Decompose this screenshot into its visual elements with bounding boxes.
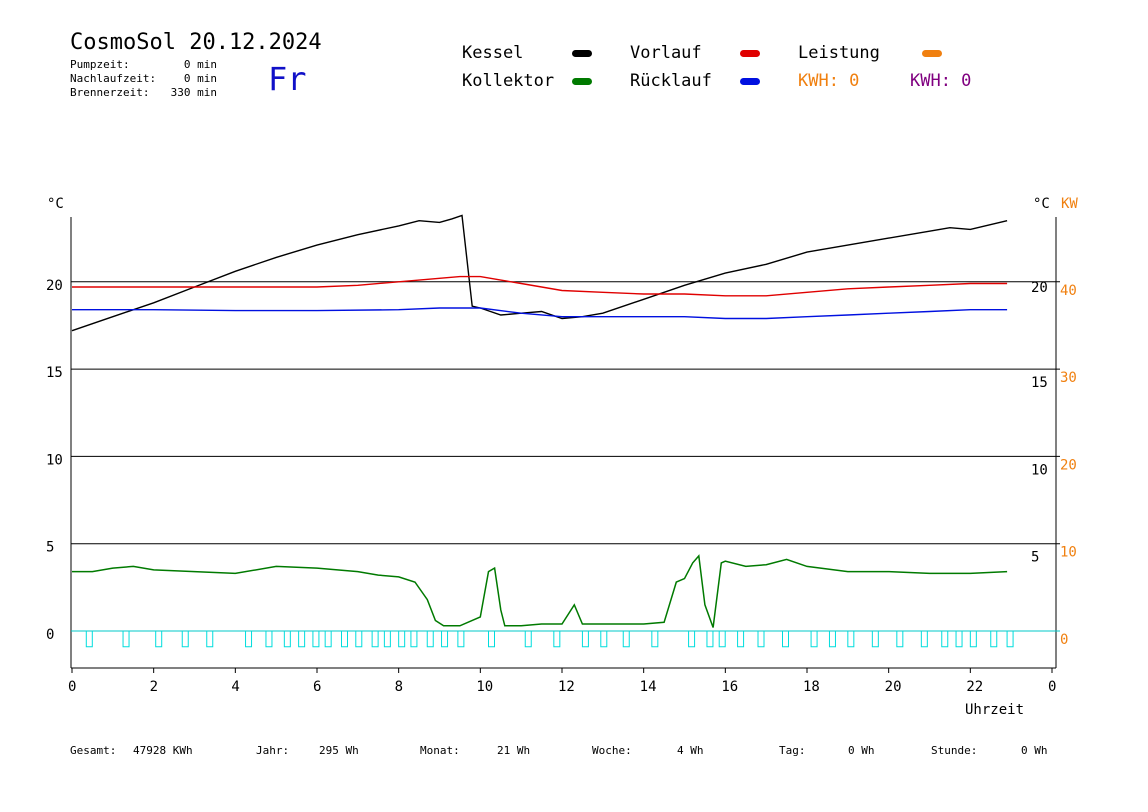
kw-tick-label: 10 — [1060, 545, 1077, 561]
pump-pulse — [871, 631, 879, 648]
left-tick-label: 15 — [46, 365, 63, 381]
kw-tick-label: 40 — [1060, 283, 1077, 299]
pump-pulse — [298, 631, 306, 648]
pump-pulse — [488, 631, 495, 648]
pump-pulse — [688, 631, 696, 648]
pump-pulse — [782, 631, 789, 648]
pump-pulse — [206, 631, 214, 648]
pump-pulse — [524, 631, 532, 648]
x-tick-label: 4 — [231, 679, 239, 695]
footer-day-value: 0 Wh — [848, 744, 875, 757]
x-tick-label: 14 — [640, 679, 657, 695]
pump-pulse — [355, 631, 363, 648]
pump-pulse — [122, 631, 130, 648]
pump-pulse — [810, 631, 818, 648]
pump-pulse — [341, 631, 348, 648]
x-axis-label: Uhrzeit — [965, 702, 1024, 718]
footer-month-label: Monat: — [420, 744, 460, 757]
pump-pulse — [312, 631, 320, 648]
pump-pulse — [718, 631, 726, 648]
right-tick-label: 15 — [1031, 375, 1048, 391]
pump-pulse — [706, 631, 714, 648]
pump-pulse — [85, 631, 93, 648]
pump-pulse — [457, 631, 465, 648]
footer-total-label: Gesamt: — [70, 744, 117, 757]
right-tick-label: 10 — [1031, 462, 1048, 478]
left-tick-label: 20 — [46, 278, 63, 294]
pump-pulse — [847, 631, 855, 648]
pump-pulses — [85, 631, 1014, 648]
pump-pulse — [955, 631, 963, 648]
pump-pulse — [155, 631, 163, 648]
pump-pulse — [426, 631, 434, 648]
pump-pulse — [737, 631, 745, 648]
pump-pulse — [990, 631, 998, 648]
footer-total-value: 47928 KWh — [133, 744, 193, 757]
footer-hour-value: 0 Wh — [1021, 744, 1048, 757]
right-kw-unit-label: KW — [1061, 196, 1078, 212]
x-tick-label: 6 — [313, 679, 321, 695]
left-unit-label: °C — [47, 196, 64, 212]
x-tick-label: 10 — [476, 679, 493, 695]
pump-pulse — [1006, 631, 1014, 648]
pump-pulse — [581, 631, 589, 648]
right-unit-label: °C — [1033, 196, 1050, 212]
footer-week-label: Woche: — [592, 744, 632, 757]
pump-pulse — [283, 631, 291, 648]
series-line-kessel — [71, 214, 1008, 332]
chart-series — [71, 214, 1008, 628]
temperature-chart: 0 5 10 15 20 5 10 15 20 0 10 20 30 40 0 2 4 6 8 10 12 14 16 18 2… — [46, 196, 1078, 718]
x-tick-label: 0 — [1048, 679, 1056, 695]
left-tick-label: 0 — [46, 627, 54, 643]
pump-pulse — [757, 631, 765, 648]
pump-pulse — [410, 631, 418, 648]
footer-week-value: 4 Wh — [677, 744, 704, 757]
x-tick-label: 12 — [558, 679, 575, 695]
x-tick-label: 18 — [803, 679, 820, 695]
pump-pulse — [600, 631, 608, 648]
pump-pulse — [441, 631, 449, 648]
x-tick-label: 20 — [885, 679, 902, 695]
series-line-kollektor — [72, 554, 1008, 628]
pump-pulse — [941, 631, 949, 648]
x-tick-label: 2 — [150, 679, 158, 695]
pump-pulse — [398, 631, 406, 648]
pump-pulse — [651, 631, 659, 648]
x-tick-label: 22 — [966, 679, 983, 695]
series-line-ruecklauf — [72, 307, 1008, 320]
pump-pulse — [371, 631, 379, 648]
footer-day-label: Tag: — [779, 744, 806, 757]
left-tick-label: 5 — [46, 540, 54, 556]
kw-tick-label: 0 — [1060, 632, 1068, 648]
right-tick-label: 20 — [1031, 280, 1048, 296]
footer-year-label: Jahr: — [256, 744, 290, 757]
kw-tick-label: 30 — [1060, 370, 1077, 386]
kw-tick-label: 20 — [1060, 457, 1077, 473]
x-tick-label: 0 — [68, 679, 76, 695]
pump-pulse — [383, 631, 391, 648]
footer-year-value: 295 Wh — [319, 744, 359, 757]
pump-pulse — [896, 631, 904, 648]
x-tick-label: 8 — [395, 679, 403, 695]
pump-pulse — [245, 631, 253, 648]
pump-pulse — [828, 631, 836, 648]
pump-pulse — [181, 631, 189, 648]
footer-hour-label: Stunde: — [931, 744, 978, 757]
pump-pulse — [920, 631, 928, 648]
x-tick-label: 16 — [721, 679, 738, 695]
chart-ticks: 0 5 10 15 20 5 10 15 20 0 10 20 30 40 0 2 4 6 8 10 12 14 16 18 2… — [46, 278, 1077, 695]
chart-grid — [70, 217, 1060, 669]
pump-pulse — [553, 631, 561, 648]
pump-pulse — [622, 631, 630, 648]
pump-pulse — [969, 631, 977, 648]
right-tick-label: 5 — [1031, 550, 1039, 566]
footer-month-value: 21 Wh — [497, 744, 531, 757]
pump-pulse — [265, 631, 273, 648]
left-tick-label: 10 — [46, 452, 63, 468]
pump-pulse — [324, 631, 332, 648]
